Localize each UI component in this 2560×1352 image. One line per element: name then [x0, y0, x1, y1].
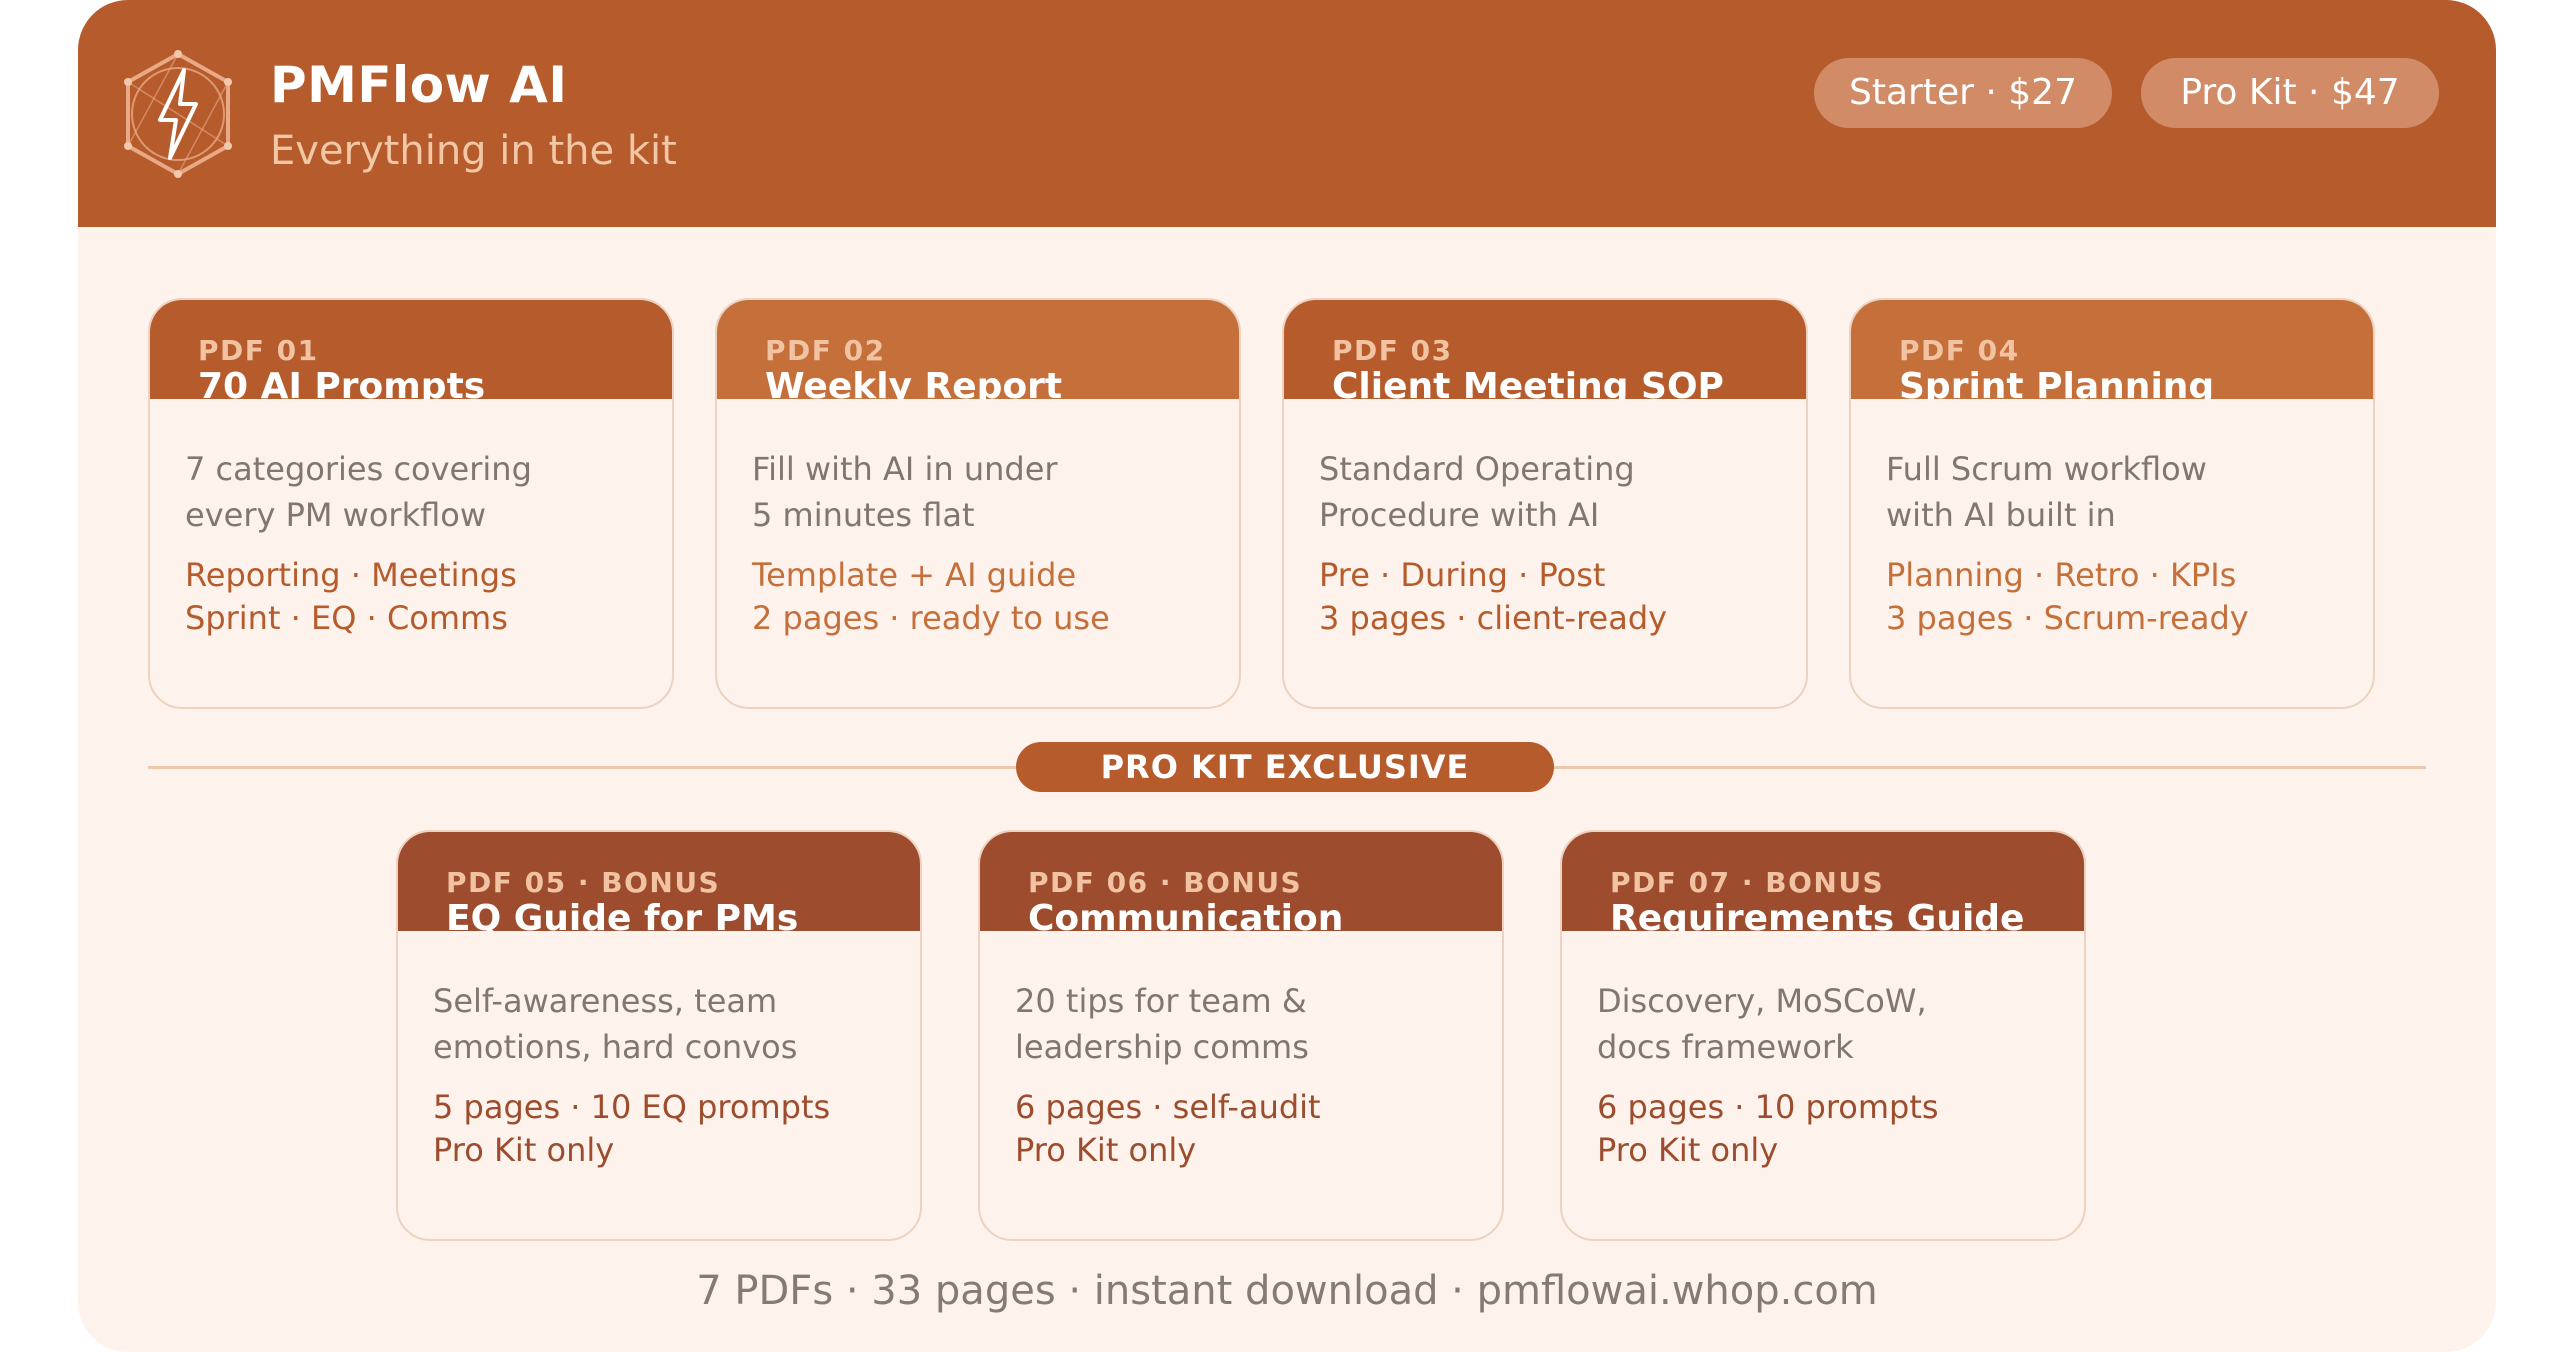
card-description: Self-awareness, team emotions, hard convo…: [433, 978, 797, 1070]
header: PMFlow AI Everything in the kit Starter …: [78, 0, 2496, 227]
card-description-line: with AI built in: [1886, 496, 2116, 534]
pro-kit-price-button[interactable]: Pro Kit · $47: [2141, 58, 2439, 128]
card-pdf-number: PDF 01: [198, 334, 319, 367]
pro-kit-exclusive-badge: PRO KIT EXCLUSIVE: [1016, 742, 1554, 792]
card-description-line: leadership comms: [1015, 1028, 1309, 1066]
card-title: Sprint Planning: [1899, 366, 2215, 399]
card-description-line: Fill with AI in under: [752, 450, 1058, 488]
card-meta-line: 2 pages · ready to use: [752, 599, 1110, 637]
brand-name: PMFlow AI: [270, 56, 568, 114]
core-pdf-card: PDF 04 Sprint Planning Full Scrum workflow…: [1849, 298, 2375, 709]
card-meta: 6 pages · self-audit Pro Kit only: [1015, 1086, 1321, 1172]
card-meta: 5 pages · 10 EQ prompts Pro Kit only: [433, 1086, 830, 1172]
card-meta: Pre · During · Post 3 pages · client-read…: [1319, 554, 1667, 640]
card-title: EQ Guide for PMs: [446, 898, 799, 931]
card-description: Full Scrum workflow with AI built in: [1886, 446, 2207, 538]
card-description-line: 20 tips for team &: [1015, 982, 1307, 1020]
card-pdf-number: PDF 02: [765, 334, 886, 367]
card-description: 7 categories covering every PM workflow: [185, 446, 532, 538]
card-meta-line: Reporting · Meetings: [185, 556, 517, 594]
core-pdf-card: PDF 03 Client Meeting SOP Standard Operati…: [1282, 298, 1808, 709]
card-title: Client Meeting SOP: [1332, 366, 1724, 399]
starter-price-button[interactable]: Starter · $27: [1814, 58, 2112, 128]
card-header: PDF 02 Weekly Report: [717, 300, 1239, 399]
card-description: Fill with AI in under 5 minutes flat: [752, 446, 1058, 538]
card-description-line: Procedure with AI: [1319, 496, 1600, 534]
card-description-line: Discovery, MoSCoW,: [1597, 982, 1927, 1020]
divider-right: [1554, 766, 2426, 769]
kit-overview-panel: PMFlow AI Everything in the kit Starter …: [78, 0, 2496, 1352]
footer-summary: 7 PDFs · 33 pages · instant download · p…: [696, 1268, 1878, 1314]
card-meta-line: 3 pages · Scrum-ready: [1886, 599, 2249, 637]
card-description: Standard Operating Procedure with AI: [1319, 446, 1635, 538]
card-pdf-number: PDF 05 · BONUS: [446, 866, 721, 899]
card-meta: Template + AI guide 2 pages · ready to us…: [752, 554, 1110, 640]
card-pdf-number: PDF 07 · BONUS: [1610, 866, 1885, 899]
card-meta: 6 pages · 10 prompts Pro Kit only: [1597, 1086, 1939, 1172]
card-meta-line: 6 pages · self-audit: [1015, 1088, 1321, 1126]
card-header: PDF 07 · BONUS Requirements Guide: [1562, 832, 2084, 931]
card-pdf-number: PDF 04: [1899, 334, 2020, 367]
card-pdf-number: PDF 03: [1332, 334, 1453, 367]
card-meta-line: Template + AI guide: [752, 556, 1077, 594]
core-pdf-card: PDF 01 70 AI Prompts 7 categories covering…: [148, 298, 674, 709]
card-header: PDF 04 Sprint Planning: [1851, 300, 2373, 399]
card-meta: Planning · Retro · KPIs 3 pages · Scrum-r…: [1886, 554, 2249, 640]
card-description-line: emotions, hard convos: [433, 1028, 798, 1066]
card-meta-line: 6 pages · 10 prompts: [1597, 1088, 1939, 1126]
card-meta-line: 5 pages · 10 EQ prompts: [433, 1088, 831, 1126]
card-description: 20 tips for team & leadership comms: [1015, 978, 1309, 1070]
card-meta-line: Planning · Retro · KPIs: [1886, 556, 2237, 594]
card-title: Weekly Report: [765, 366, 1063, 399]
card-meta-line: Pro Kit only: [1597, 1131, 1779, 1169]
card-meta-line: Pre · During · Post: [1319, 556, 1606, 594]
card-meta-line: 3 pages · client-ready: [1319, 599, 1668, 637]
bonus-pdf-card: PDF 07 · BONUS Requirements Guide Discover…: [1560, 830, 2086, 1241]
bonus-pdf-card: PDF 06 · BONUS Communication 20 tips for t…: [978, 830, 1504, 1241]
card-meta: Reporting · Meetings Sprint · EQ · Comms: [185, 554, 517, 640]
card-title: Communication: [1028, 898, 1344, 931]
card-pdf-number: PDF 06 · BONUS: [1028, 866, 1303, 899]
card-description-line: docs framework: [1597, 1028, 1854, 1066]
card-meta-line: Pro Kit only: [1015, 1131, 1197, 1169]
card-meta-line: Sprint · EQ · Comms: [185, 599, 508, 637]
card-description-line: 5 minutes flat: [752, 496, 975, 534]
card-header: PDF 01 70 AI Prompts: [150, 300, 672, 399]
card-description-line: Standard Operating: [1319, 450, 1635, 488]
card-description-line: 7 categories covering: [185, 450, 532, 488]
card-title: Requirements Guide: [1610, 898, 2025, 931]
divider-left: [148, 766, 1016, 769]
card-description-line: every PM workflow: [185, 496, 486, 534]
bonus-pdf-card: PDF 05 · BONUS EQ Guide for PMs Self-aware…: [396, 830, 922, 1241]
card-description-line: Full Scrum workflow: [1886, 450, 2207, 488]
card-description-line: Self-awareness, team: [433, 982, 778, 1020]
core-pdf-card: PDF 02 Weekly Report Fill with AI in under…: [715, 298, 1241, 709]
card-header: PDF 06 · BONUS Communication: [980, 832, 1502, 931]
lightning-hexagon-icon: [124, 50, 232, 178]
brand-tagline: Everything in the kit: [270, 128, 677, 174]
card-header: PDF 03 Client Meeting SOP: [1284, 300, 1806, 399]
card-meta-line: Pro Kit only: [433, 1131, 615, 1169]
card-header: PDF 05 · BONUS EQ Guide for PMs: [398, 832, 920, 931]
card-description: Discovery, MoSCoW, docs framework: [1597, 978, 1927, 1070]
card-title: 70 AI Prompts: [198, 366, 486, 399]
